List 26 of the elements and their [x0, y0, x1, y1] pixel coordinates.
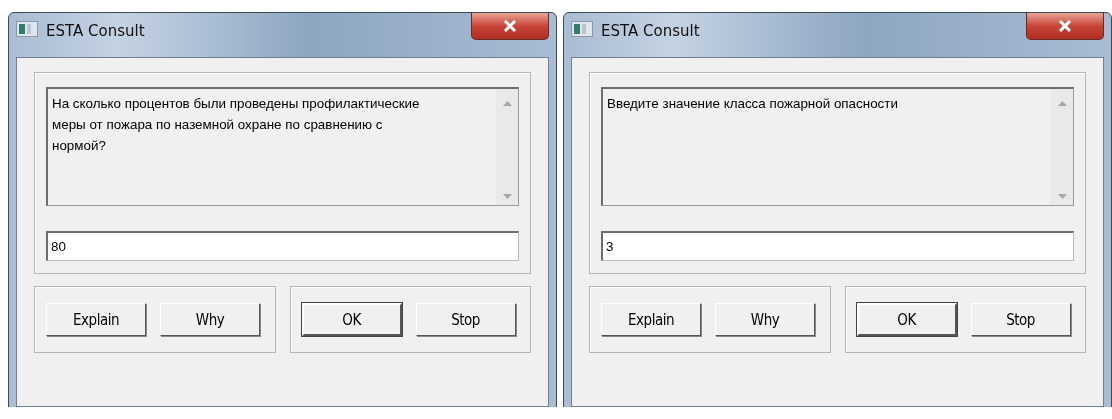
scrollbar[interactable]: [1051, 89, 1073, 205]
window-title: ESTA Consult: [601, 21, 700, 41]
close-button[interactable]: [1026, 13, 1104, 40]
answer-field[interactable]: 80: [46, 231, 519, 261]
dialog-button[interactable]: Stop: [415, 303, 516, 336]
question-text: На сколько процентов были проведены профилактические меры от пожара по наземной охране по сравнению с нормой?: [51, 95, 421, 155]
dialog-button[interactable]: Explain: [601, 303, 701, 336]
dialog-button[interactable]: OK: [301, 303, 402, 336]
question-text: Введите значение класса пожарной опасности: [606, 95, 899, 113]
dialog-button[interactable]: Why: [160, 303, 260, 336]
scrollbar[interactable]: [496, 89, 518, 205]
scroll-down-icon[interactable]: [502, 194, 512, 199]
app-icon: [16, 21, 38, 37]
scroll-down-icon[interactable]: [1057, 194, 1067, 199]
close-icon: [503, 20, 517, 32]
scroll-up-icon[interactable]: [502, 101, 512, 106]
dialog-button[interactable]: Why: [715, 303, 815, 336]
window-title: ESTA Consult: [46, 21, 145, 41]
dialog-button[interactable]: Explain: [46, 303, 146, 336]
dialog-button[interactable]: OK: [856, 303, 957, 336]
close-button[interactable]: [471, 13, 549, 40]
app-icon: [571, 21, 593, 37]
dialog-button[interactable]: Stop: [970, 303, 1071, 336]
answer-field[interactable]: 3: [601, 231, 1074, 261]
scroll-up-icon[interactable]: [1057, 101, 1067, 106]
close-icon: [1058, 20, 1072, 32]
